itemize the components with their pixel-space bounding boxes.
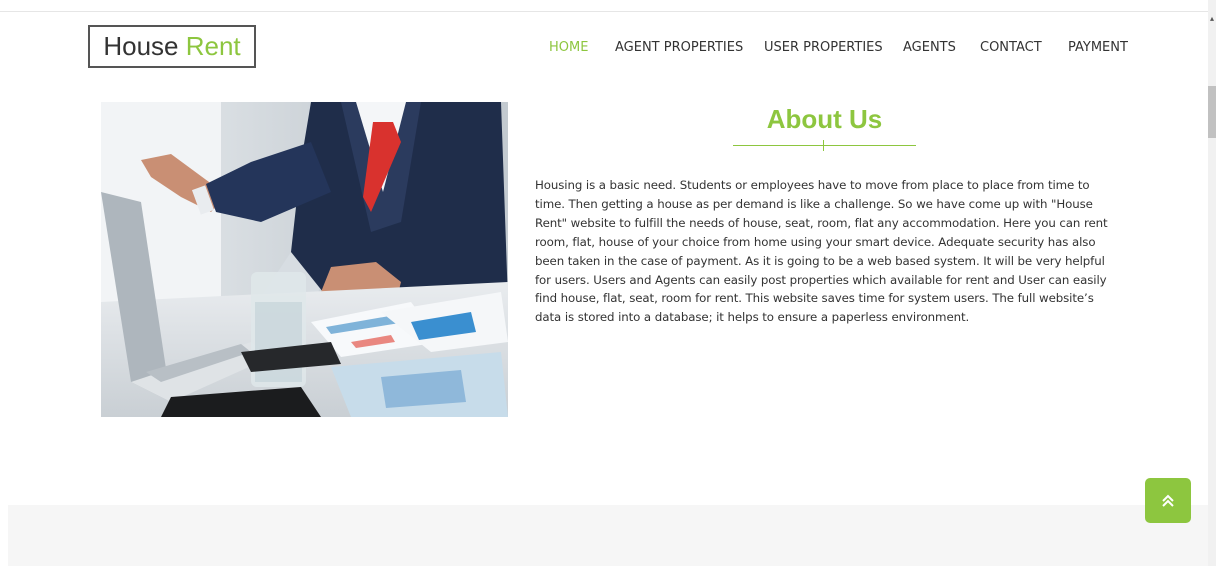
nav-item-home[interactable]: HOME	[549, 38, 588, 58]
nav-item-agents[interactable]: AGENTS	[903, 38, 956, 58]
scrollbar-thumb[interactable]	[1208, 86, 1216, 138]
nav-item-agent-properties[interactable]: AGENT PROPERTIES	[615, 38, 743, 58]
logo-text-house: House	[103, 31, 179, 61]
heading-divider	[733, 145, 916, 146]
back-to-top-button[interactable]	[1145, 478, 1191, 523]
site-logo[interactable]: House Rent	[88, 25, 256, 68]
businessman-at-desk-illustration	[101, 102, 508, 417]
about-photo	[101, 102, 508, 417]
logo-text-rent: Rent	[185, 31, 241, 61]
nav-item-payment[interactable]: PAYMENT	[1068, 38, 1128, 58]
heading-divider-tick	[823, 140, 824, 151]
about-heading: About Us	[766, 104, 883, 134]
top-border	[0, 0, 1208, 12]
about-paragraph: Housing is a basic need. Students or emp…	[535, 178, 1108, 325]
double-chevron-up-icon	[1161, 490, 1175, 511]
nav-item-user-properties[interactable]: USER PROPERTIES	[764, 38, 883, 58]
vertical-scrollbar[interactable]: ▴	[1208, 0, 1216, 566]
nav-item-contact[interactable]: CONTACT	[980, 38, 1042, 58]
triangle-up-icon[interactable]: ▴	[1208, 14, 1216, 24]
footer-section	[8, 505, 1208, 566]
